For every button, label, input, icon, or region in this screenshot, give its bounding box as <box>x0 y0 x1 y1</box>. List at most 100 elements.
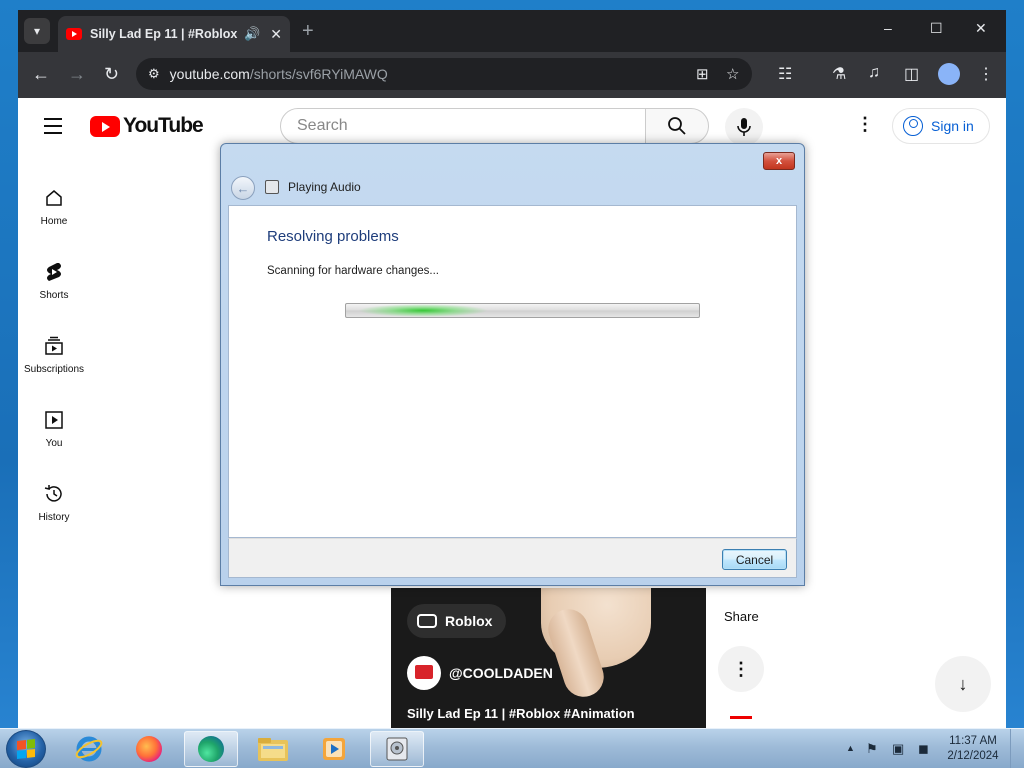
taskbar: ▲ ⚑ ▣ ◼ 11:37 AM 2/12/2024 <box>0 728 1024 768</box>
window-close-button[interactable]: ✕ <box>975 20 987 37</box>
you-icon <box>45 411 63 429</box>
cancel-button[interactable]: Cancel <box>722 549 787 570</box>
system-clock[interactable]: 11:37 AM 2/12/2024 <box>942 734 1004 764</box>
hamburger-menu-icon[interactable] <box>44 118 62 139</box>
search-icon <box>668 117 686 135</box>
dialog-footer: Cancel <box>228 538 797 578</box>
tab-strip: ▾ Silly Lad Ep 11 | #Roblox #Animation 🔊… <box>18 10 1006 52</box>
back-arrow-icon[interactable]: ← <box>231 176 255 200</box>
share-label[interactable]: Share <box>724 609 759 624</box>
firefox-icon <box>136 736 162 762</box>
url-host: youtube.com <box>169 66 250 82</box>
network-icon[interactable]: ▣ <box>892 741 904 757</box>
dialog-status-text: Scanning for hardware changes... <box>267 265 439 277</box>
file-explorer-icon <box>258 738 288 761</box>
speaker-icon[interactable]: 🔊 <box>244 26 260 42</box>
guide-label: You <box>45 438 63 449</box>
reload-icon[interactable]: ↻ <box>104 64 119 85</box>
dialog-close-button[interactable]: x <box>763 152 795 170</box>
search-button[interactable] <box>645 108 709 144</box>
browser-toolbar: ← → ↻ ⚙ youtube.com/shorts/svf6RYiMAWQ ⊞… <box>18 52 1006 98</box>
labs-flask-icon[interactable]: ⚗ <box>832 64 846 84</box>
tab-active[interactable]: Silly Lad Ep 11 | #Roblox #Animation 🔊 ✕ <box>58 16 290 52</box>
channel-info[interactable]: @COOLDADEN <box>407 656 553 690</box>
taskbar-edge[interactable] <box>184 731 238 767</box>
taskbar-file-explorer[interactable] <box>246 731 300 767</box>
next-short-button[interactable]: ↓ <box>935 656 991 712</box>
new-tab-button[interactable]: + <box>302 20 314 43</box>
sign-in-button[interactable]: Sign in <box>892 108 990 144</box>
troubleshooter-app-icon <box>265 180 279 194</box>
extensions-icon[interactable]: ☷ <box>778 64 792 84</box>
short-title[interactable]: Silly Lad Ep 11 | #Roblox #Animation <box>407 706 635 721</box>
taskbar-troubleshooter[interactable] <box>370 731 424 767</box>
shorts-icon <box>47 263 61 281</box>
guide-label: Home <box>40 216 68 227</box>
search-input[interactable]: Search <box>280 108 646 144</box>
profile-avatar[interactable] <box>938 63 960 85</box>
voice-search-button[interactable] <box>725 108 763 146</box>
close-icon[interactable]: ✕ <box>270 26 282 43</box>
progress-bar <box>345 303 700 318</box>
youtube-logo[interactable]: YouTube <box>90 114 204 138</box>
microphone-icon <box>737 118 751 136</box>
back-icon[interactable]: ← <box>32 64 50 85</box>
clock-time: 11:37 AM <box>949 735 997 747</box>
side-panel-icon[interactable]: ◫ <box>904 64 919 84</box>
dialog-content: Resolving problems Scanning for hardware… <box>228 205 797 538</box>
channel-avatar[interactable] <box>407 656 441 690</box>
troubleshooter-icon <box>386 737 408 761</box>
topic-chip-label: Roblox <box>445 613 493 629</box>
progress-indicator <box>358 304 488 317</box>
sign-in-label: Sign in <box>931 118 974 134</box>
dialog-window-title: Playing Audio <box>288 180 361 194</box>
more-actions-button[interactable]: ⋮ <box>718 646 764 692</box>
youtube-logo-text: YouTube <box>123 114 204 137</box>
minimize-button[interactable]: – <box>884 20 892 36</box>
account-icon <box>903 116 923 136</box>
maximize-button[interactable]: ☐ <box>930 20 943 37</box>
taskbar-internet-explorer[interactable] <box>62 731 116 767</box>
bookmark-star-icon[interactable]: ☆ <box>726 65 739 83</box>
install-app-icon[interactable]: ⊞ <box>696 65 709 83</box>
internet-explorer-icon <box>75 736 103 762</box>
settings-menu-icon[interactable]: ⋮ <box>856 114 874 135</box>
volume-icon[interactable]: ◼ <box>918 741 929 757</box>
youtube-favicon-icon <box>66 28 82 40</box>
url-path: /shorts/svf6RYiMAWQ <box>249 66 388 82</box>
dialog-heading: Resolving problems <box>267 228 399 245</box>
remix-icon[interactable] <box>730 716 752 728</box>
guide-item-history[interactable]: History <box>18 482 90 523</box>
guide-item-you[interactable]: You <box>18 408 90 449</box>
media-control-icon[interactable]: ♫ <box>868 64 880 82</box>
forward-icon[interactable]: → <box>68 64 86 85</box>
gamepad-icon <box>417 614 437 628</box>
history-icon <box>44 485 62 502</box>
edge-icon <box>198 736 224 762</box>
guide-item-subscriptions[interactable]: Subscriptions <box>18 334 90 375</box>
taskbar-firefox[interactable] <box>122 731 176 767</box>
address-url: youtube.com/shorts/svf6RYiMAWQ <box>170 66 388 82</box>
start-button[interactable] <box>6 730 46 768</box>
youtube-play-icon <box>90 115 120 137</box>
show-desktop-button[interactable] <box>1010 729 1024 768</box>
show-hidden-icons[interactable]: ▲ <box>846 743 855 753</box>
subscriptions-icon <box>45 336 63 355</box>
guide-item-home[interactable]: Home <box>18 186 90 227</box>
guide-label: History <box>38 512 70 523</box>
channel-name[interactable]: @COOLDADEN <box>449 665 553 681</box>
address-bar[interactable]: ⚙ youtube.com/shorts/svf6RYiMAWQ ⊞ ☆ <box>136 58 752 90</box>
tab-search-button[interactable]: ▾ <box>24 18 50 44</box>
troubleshooter-dialog: x ← Playing Audio Resolving problems Sca… <box>220 143 805 586</box>
taskbar-media-player[interactable] <box>308 731 362 767</box>
site-info-icon[interactable]: ⚙ <box>148 66 160 82</box>
topic-chip[interactable]: Roblox <box>407 604 507 638</box>
action-center-flag-icon[interactable]: ⚑ <box>866 741 878 757</box>
guide-label: Subscriptions <box>23 364 85 375</box>
windows-logo-icon <box>17 739 35 759</box>
guide-item-shorts[interactable]: Shorts <box>18 260 90 301</box>
home-icon <box>46 190 62 206</box>
media-player-icon <box>323 738 345 760</box>
chrome-menu-icon[interactable]: ⋮ <box>978 64 994 84</box>
shorts-video-player[interactable]: Roblox @COOLDADEN Silly Lad Ep 11 | #Rob… <box>391 588 706 728</box>
